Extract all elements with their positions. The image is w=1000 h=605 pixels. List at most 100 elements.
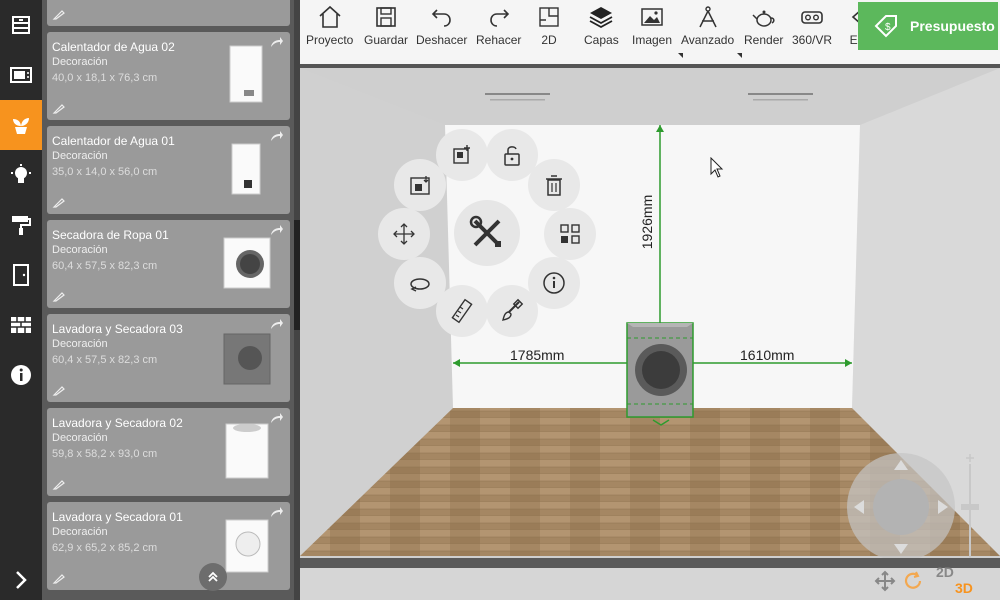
image-button[interactable]: Imagen xyxy=(632,4,683,58)
advanced-dropdown-caret xyxy=(737,53,742,58)
material-button[interactable] xyxy=(544,208,596,260)
chevron-right-icon xyxy=(16,571,27,589)
catalog-card[interactable]: Lavadora y Secadora 02 Decoración 59,8 x… xyxy=(47,408,290,496)
share-arrow-icon[interactable] xyxy=(270,130,284,142)
rail-materials[interactable] xyxy=(0,200,42,250)
view-2d-label: 2D xyxy=(541,33,557,47)
share-arrow-icon[interactable] xyxy=(270,224,284,236)
material-grid-icon xyxy=(560,224,580,244)
catalog-card-category: Decoración xyxy=(52,432,108,444)
share-arrow-icon[interactable] xyxy=(270,412,284,424)
share-arrow-icon[interactable] xyxy=(270,36,284,48)
svg-text:$: $ xyxy=(885,22,891,33)
zoom-slider[interactable] xyxy=(958,454,982,564)
rail-expand[interactable] xyxy=(0,555,42,605)
left-icon-rail xyxy=(0,0,42,600)
rotate-icon xyxy=(410,278,430,292)
catalog-card-name: Calentador de Agua 02 xyxy=(52,40,175,54)
tag-icon xyxy=(52,574,65,584)
ruler-icon xyxy=(451,298,473,324)
orbit-refresh-icon[interactable] xyxy=(902,570,924,592)
render-button[interactable]: Render xyxy=(744,4,783,52)
budget-label: Presupuesto xyxy=(910,18,995,34)
catalog-card-name: Lavadora y Secadora 02 xyxy=(52,416,183,430)
view-2d-button[interactable]: 2D xyxy=(536,4,562,52)
view-2d-toggle[interactable]: 2D xyxy=(936,564,954,580)
catalog-card-name: Calentador de Agua 01 xyxy=(52,134,175,148)
catalog-card[interactable]: Lavadora y Secadora 03 Decoración 60,4 x… xyxy=(47,314,290,402)
catalog-card-category: Decoración xyxy=(52,338,108,350)
catalog-card[interactable]: Lavadora y Secadora 01 Decoración 62,9 x… xyxy=(47,502,290,590)
budget-button[interactable]: $ Presupuesto xyxy=(858,2,998,50)
main-toolbar: Proyecto Guardar Deshacer Rehacer 2D Cap… xyxy=(300,0,1000,68)
tag-icon xyxy=(52,10,65,20)
washer-dryer-thumbnail xyxy=(225,423,269,479)
share-arrow-icon[interactable] xyxy=(270,318,284,330)
undo-button[interactable]: Deshacer xyxy=(416,4,467,52)
elevation-icon xyxy=(410,176,430,195)
teapot-icon xyxy=(752,10,775,27)
tag-icon xyxy=(52,480,65,490)
rail-doors[interactable] xyxy=(0,250,42,300)
redo-icon xyxy=(489,9,509,27)
scroll-top-button[interactable] xyxy=(199,563,227,591)
save-label: Guardar xyxy=(364,33,409,47)
info-icon xyxy=(543,272,565,294)
dryer-thumbnail xyxy=(223,237,271,289)
layers-button[interactable]: Capas xyxy=(584,4,619,52)
elevation-button[interactable] xyxy=(394,159,446,211)
rail-lighting[interactable] xyxy=(0,150,42,200)
trash-icon xyxy=(546,175,562,196)
info-icon xyxy=(11,365,31,385)
double-chevron-up-icon xyxy=(208,571,218,582)
redo-button[interactable]: Rehacer xyxy=(476,4,521,52)
tag-icon xyxy=(52,386,65,396)
rotate-button[interactable] xyxy=(394,257,446,309)
washer-dryer-thumbnail xyxy=(225,519,269,573)
project-label: Proyecto xyxy=(306,33,354,47)
vr-button[interactable]: 360/VR xyxy=(792,4,832,52)
catalog-card[interactable]: Calentador de Agua 01 Decoración 35,0 x … xyxy=(47,126,290,214)
save-icon xyxy=(376,7,396,27)
rail-cabinets[interactable] xyxy=(0,0,42,50)
rail-info[interactable] xyxy=(0,350,42,400)
water-heater-thumbnail xyxy=(231,143,261,195)
catalog-card-category: Decoración xyxy=(52,244,108,256)
price-tag-icon: $ xyxy=(874,15,897,38)
catalog-card[interactable] xyxy=(47,0,290,26)
viewport-3d[interactable]: 1785mm 1610mm 1926mm xyxy=(300,68,1000,600)
move-arrows-icon[interactable] xyxy=(874,570,896,592)
catalog-card-dims: 40,0 x 18,1 x 76,3 cm xyxy=(52,72,158,84)
rail-appliances[interactable] xyxy=(0,50,42,100)
dimension-right-label: 1610mm xyxy=(740,347,795,363)
move-button[interactable] xyxy=(378,208,430,260)
catalog-panel: Calentador de Agua 02 Decoración 40,0 x … xyxy=(42,0,300,600)
radial-menu-center[interactable] xyxy=(454,200,520,266)
layers-icon xyxy=(589,7,613,29)
advanced-button[interactable]: Avanzado xyxy=(681,4,742,58)
view-3d-toggle[interactable]: 3D xyxy=(955,580,973,596)
paint-button[interactable] xyxy=(486,285,538,337)
mouse-cursor-icon xyxy=(710,157,724,178)
paint-roller-icon xyxy=(12,216,31,235)
lightbulb-icon xyxy=(11,164,31,183)
save-button[interactable]: Guardar xyxy=(364,4,408,52)
catalog-card-dims: 35,0 x 14,0 x 56,0 cm xyxy=(52,166,158,178)
catalog-card-category: Decoración xyxy=(52,56,108,68)
bottom-bar: 2D 3D xyxy=(300,558,1000,600)
share-arrow-icon[interactable] xyxy=(270,506,284,518)
image-dropdown-caret xyxy=(678,53,683,58)
catalog-card[interactable]: Calentador de Agua 02 Decoración 40,0 x … xyxy=(47,32,290,120)
project-button[interactable]: Proyecto xyxy=(306,4,353,52)
delete-button[interactable] xyxy=(528,159,580,211)
rail-decoration[interactable] xyxy=(0,100,42,150)
water-heater-thumbnail xyxy=(229,45,263,103)
catalog-card[interactable]: Secadora de Ropa 01 Decoración 60,4 x 57… xyxy=(47,220,290,308)
resize-icon xyxy=(453,145,470,164)
dimension-left-label: 1785mm xyxy=(510,347,565,363)
vr-label: 360/VR xyxy=(792,33,833,47)
appliance-icon xyxy=(10,67,32,83)
rail-walls[interactable] xyxy=(0,300,42,350)
resize-button[interactable] xyxy=(436,129,488,181)
camera-orbit-control[interactable] xyxy=(846,452,956,562)
